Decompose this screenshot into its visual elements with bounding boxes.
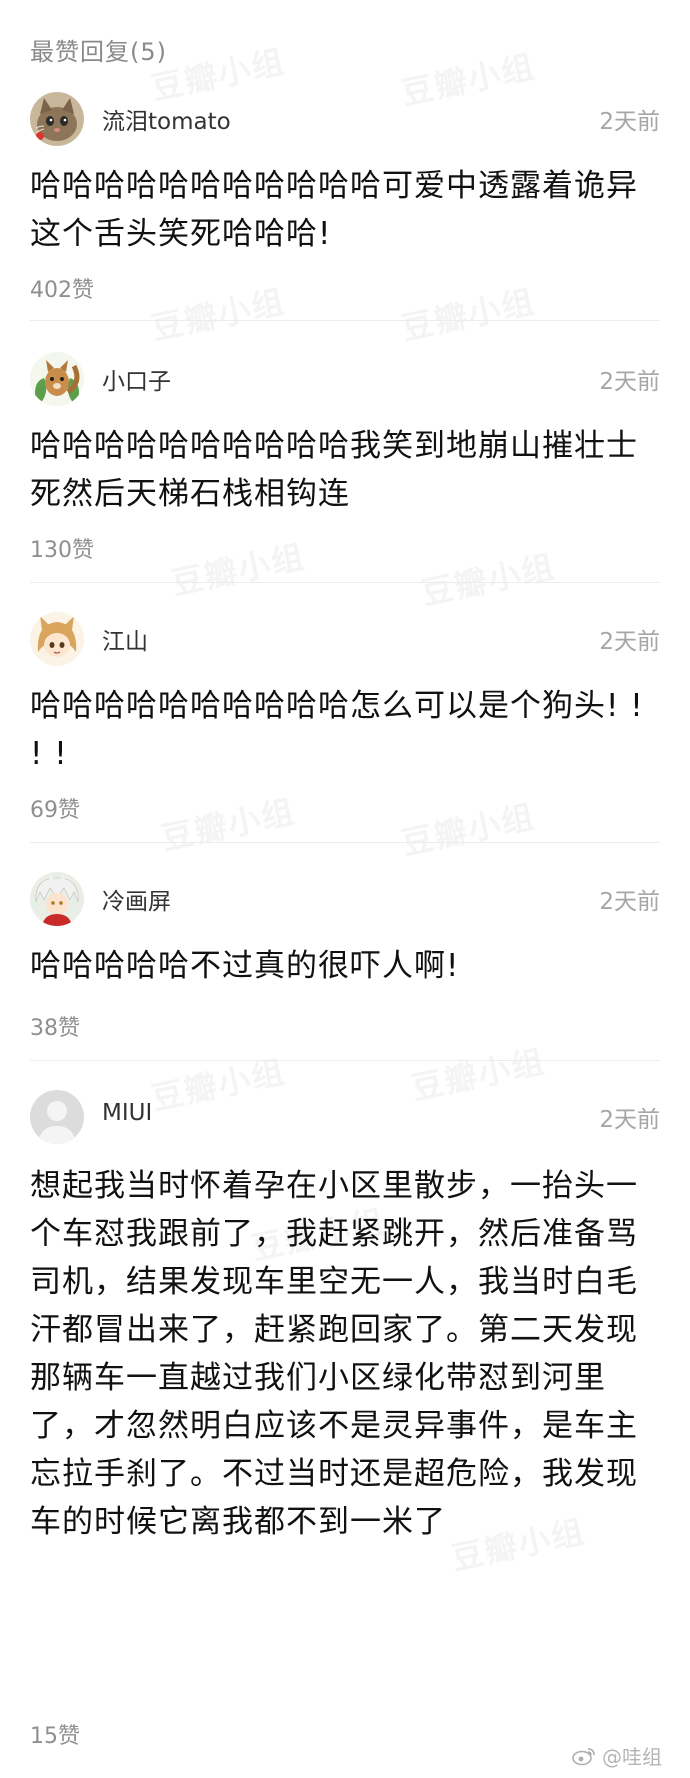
username[interactable]: 流泪tomato	[102, 102, 231, 136]
divider	[30, 1060, 660, 1061]
comment-text: 想起我当时怀着孕在小区里散步，一抬头一个车怼我跟前了，我赶紧跳开，然后准备骂司机…	[30, 1168, 638, 1540]
timestamp: 2天前	[599, 1107, 660, 1133]
comment-item: 江山 2天前 哈哈哈哈哈哈哈哈哈哈怎么可以是个狗头! ! ! ! 69赞	[0, 612, 690, 857]
username[interactable]: 小口子	[102, 362, 171, 396]
comment-text: 哈哈哈哈哈哈哈哈哈哈我笑到地崩山摧壮士死然后天梯石栈相钩连	[30, 428, 638, 512]
avatar[interactable]	[30, 352, 84, 406]
username[interactable]: 冷画屏	[102, 882, 171, 916]
timestamp: 2天前	[599, 109, 660, 135]
weibo-icon	[572, 1747, 595, 1765]
comment-text: 哈哈哈哈哈不过真的很吓人啊!	[30, 948, 460, 984]
comment-item: MIUI 2天前 想起我当时怀着孕在小区里散步，一抬头一个车怼我跟前了，我赶紧跳…	[0, 1090, 690, 1750]
comments-page: 最赞回复(5) 豆瓣小组 豆瓣小组 豆瓣小组 豆瓣小组 豆瓣小组 豆瓣小组 豆瓣…	[0, 0, 690, 1778]
username[interactable]: MIUI	[102, 1100, 152, 1126]
timestamp: 2天前	[599, 629, 660, 655]
cat-avatar-icon	[30, 92, 84, 146]
timestamp: 2天前	[599, 889, 660, 915]
avatar[interactable]	[30, 872, 84, 926]
squirrel-avatar-icon	[30, 352, 84, 406]
section-title: 最赞回复(5)	[30, 38, 167, 66]
like-count[interactable]: 402赞	[30, 272, 94, 304]
divider	[30, 582, 660, 583]
like-count[interactable]: 38赞	[30, 1010, 80, 1042]
comment-text: 哈哈哈哈哈哈哈哈哈哈哈可爱中透露着诡异 这个舌头笑死哈哈哈!	[30, 168, 638, 252]
weibo-watermark: @哇组	[572, 1741, 662, 1770]
anime-character-avatar-icon	[30, 872, 84, 926]
avatar[interactable]	[30, 1090, 84, 1144]
divider	[30, 842, 660, 843]
comment-item: 冷画屏 2天前 哈哈哈哈哈不过真的很吓人啊! 38赞	[0, 872, 690, 1072]
comment-item: 流泪tomato 2天前 哈哈哈哈哈哈哈哈哈哈哈可爱中透露着诡异 这个舌头笑死哈…	[0, 92, 690, 337]
username[interactable]: 江山	[102, 622, 148, 656]
divider	[30, 320, 660, 321]
comment-item: 小口子 2天前 哈哈哈哈哈哈哈哈哈哈我笑到地崩山摧壮士死然后天梯石栈相钩连 13…	[0, 352, 690, 597]
default-user-avatar-icon	[30, 1090, 84, 1144]
comment-text: 哈哈哈哈哈哈哈哈哈哈怎么可以是个狗头! ! ! !	[30, 688, 644, 772]
avatar[interactable]	[30, 612, 84, 666]
anime-girl-avatar-icon	[30, 612, 84, 666]
like-count[interactable]: 69赞	[30, 792, 80, 824]
like-count[interactable]: 15赞	[30, 1718, 80, 1750]
timestamp: 2天前	[599, 369, 660, 395]
avatar[interactable]	[30, 92, 84, 146]
weibo-handle: @哇组	[602, 1745, 662, 1769]
like-count[interactable]: 130赞	[30, 532, 94, 564]
